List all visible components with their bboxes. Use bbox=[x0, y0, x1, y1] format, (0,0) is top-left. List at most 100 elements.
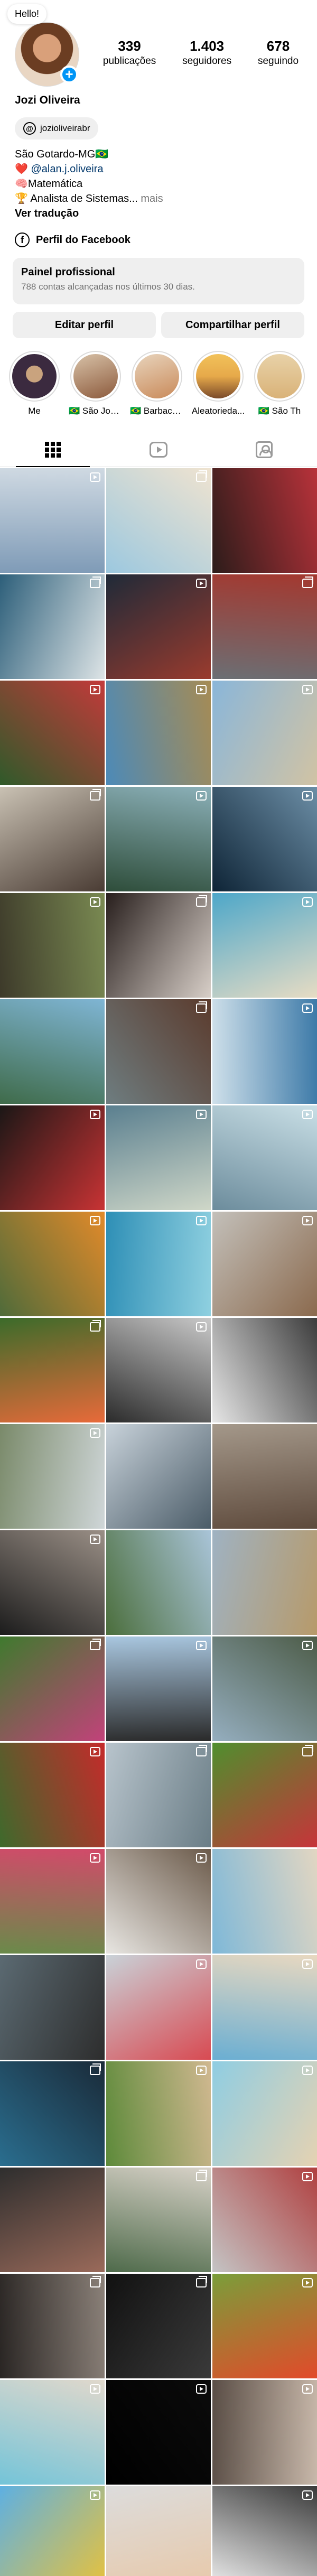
tab-tagged[interactable] bbox=[211, 432, 317, 467]
post-thumbnail[interactable] bbox=[106, 681, 211, 785]
profile-stats: 339 publicações 1.403 seguidores 678 seg… bbox=[90, 38, 312, 67]
facebook-profile-link[interactable]: f Perfil do Facebook bbox=[15, 233, 130, 247]
post-thumbnail[interactable] bbox=[212, 2061, 317, 2166]
post-thumbnail[interactable] bbox=[0, 1530, 105, 1635]
post-thumbnail[interactable] bbox=[106, 893, 211, 998]
post-thumbnail[interactable] bbox=[0, 1849, 105, 1954]
avatar-container[interactable]: + bbox=[15, 22, 79, 87]
post-thumbnail[interactable] bbox=[106, 787, 211, 891]
post-thumbnail[interactable] bbox=[212, 2380, 317, 2485]
add-story-icon[interactable]: + bbox=[60, 66, 78, 83]
post-thumbnail[interactable] bbox=[0, 1105, 105, 1210]
post-thumbnail[interactable] bbox=[212, 1955, 317, 2060]
post-thumbnail[interactable] bbox=[106, 2486, 211, 2576]
post-thumbnail[interactable] bbox=[106, 2168, 211, 2272]
carousel-icon bbox=[90, 789, 101, 801]
profile-page: + Hello! 339 publicações 1.403 seguidore… bbox=[0, 0, 317, 2576]
stat-following[interactable]: 678 seguindo bbox=[258, 38, 299, 67]
note-bubble[interactable]: Hello! bbox=[7, 4, 47, 24]
profile-actions: Editar perfil Compartilhar perfil bbox=[13, 312, 304, 338]
bio-partner-link[interactable]: @alan.j.oliveira bbox=[31, 163, 103, 175]
highlight-item[interactable]: 🇧🇷 Barbace... bbox=[130, 351, 184, 425]
carousel-icon bbox=[196, 2276, 207, 2287]
reel-icon bbox=[302, 1003, 313, 1013]
reel-icon bbox=[196, 2384, 207, 2394]
post-thumbnail[interactable] bbox=[0, 1318, 105, 1422]
highlight-item[interactable]: Me bbox=[7, 351, 61, 425]
post-thumbnail[interactable] bbox=[0, 468, 105, 573]
post-thumbnail[interactable] bbox=[106, 574, 211, 679]
share-profile-button[interactable]: Compartilhar perfil bbox=[161, 312, 304, 338]
professional-dashboard[interactable]: Painel profissional 788 contas alcançada… bbox=[13, 258, 304, 304]
reel-icon bbox=[196, 1110, 207, 1119]
post-thumbnail[interactable] bbox=[106, 1743, 211, 1847]
post-thumbnail[interactable] bbox=[212, 787, 317, 891]
stat-followers[interactable]: 1.403 seguidores bbox=[182, 38, 231, 67]
profile-name: Jozi Oliveira bbox=[15, 94, 80, 106]
post-thumbnail[interactable] bbox=[212, 1212, 317, 1316]
tab-posts[interactable] bbox=[0, 432, 106, 467]
post-thumbnail[interactable] bbox=[212, 1849, 317, 1954]
post-thumbnail[interactable] bbox=[212, 2486, 317, 2576]
post-thumbnail[interactable] bbox=[212, 999, 317, 1104]
post-thumbnail[interactable] bbox=[106, 1530, 211, 1635]
post-thumbnail[interactable] bbox=[0, 1212, 105, 1316]
post-thumbnail[interactable] bbox=[0, 2274, 105, 2378]
post-thumbnail[interactable] bbox=[212, 574, 317, 679]
highlight-item[interactable]: Aleatorieda... bbox=[191, 351, 245, 425]
post-thumbnail[interactable] bbox=[106, 2061, 211, 2166]
post-thumbnail[interactable] bbox=[0, 1955, 105, 2060]
post-thumbnail[interactable] bbox=[106, 2380, 211, 2485]
reel-icon bbox=[196, 1216, 207, 1225]
bio-heart: ❤️ bbox=[15, 163, 31, 175]
post-thumbnail[interactable] bbox=[106, 999, 211, 1104]
post-thumbnail[interactable] bbox=[212, 1105, 317, 1210]
edit-profile-button[interactable]: Editar perfil bbox=[13, 312, 156, 338]
post-thumbnail[interactable] bbox=[106, 468, 211, 573]
highlight-item[interactable]: 🇧🇷 São Joã... bbox=[69, 351, 123, 425]
post-thumbnail[interactable] bbox=[0, 1424, 105, 1529]
post-thumbnail[interactable] bbox=[0, 2061, 105, 2166]
post-thumbnail[interactable] bbox=[106, 1636, 211, 1741]
post-thumbnail[interactable] bbox=[0, 2486, 105, 2576]
post-thumbnail[interactable] bbox=[0, 2380, 105, 2485]
post-thumbnail[interactable] bbox=[0, 1743, 105, 1847]
see-translation-link[interactable]: Ver tradução bbox=[15, 206, 163, 221]
stat-posts-count: 339 bbox=[118, 38, 141, 54]
post-thumbnail[interactable] bbox=[212, 893, 317, 998]
post-thumbnail[interactable] bbox=[106, 1105, 211, 1210]
post-thumbnail[interactable] bbox=[212, 1743, 317, 1847]
stat-posts[interactable]: 339 publicações bbox=[103, 38, 156, 67]
post-thumbnail[interactable] bbox=[106, 2274, 211, 2378]
post-thumbnail[interactable] bbox=[0, 999, 105, 1104]
reel-icon bbox=[90, 897, 100, 907]
post-thumbnail[interactable] bbox=[212, 1424, 317, 1529]
post-thumbnail[interactable] bbox=[212, 681, 317, 785]
post-thumbnail[interactable] bbox=[212, 468, 317, 573]
reel-icon bbox=[90, 1535, 100, 1544]
post-thumbnail[interactable] bbox=[212, 1636, 317, 1741]
post-thumbnail[interactable] bbox=[0, 1636, 105, 1741]
stat-posts-label: publicações bbox=[102, 55, 156, 67]
post-thumbnail[interactable] bbox=[212, 2168, 317, 2272]
post-thumbnail[interactable] bbox=[106, 1424, 211, 1529]
post-thumbnail[interactable] bbox=[212, 2274, 317, 2378]
reel-icon bbox=[196, 1641, 207, 1650]
post-thumbnail[interactable] bbox=[0, 574, 105, 679]
post-thumbnail[interactable] bbox=[0, 893, 105, 998]
post-thumbnail[interactable] bbox=[212, 1318, 317, 1422]
post-thumbnail[interactable] bbox=[106, 1318, 211, 1422]
post-thumbnail[interactable] bbox=[212, 1530, 317, 1635]
post-thumbnail[interactable] bbox=[0, 787, 105, 891]
post-thumbnail[interactable] bbox=[106, 1849, 211, 1954]
highlight-item[interactable]: 🇧🇷 São Th bbox=[253, 351, 306, 425]
threads-badge[interactable]: @ jozioliveirabr bbox=[15, 117, 99, 140]
post-thumbnail[interactable] bbox=[0, 2168, 105, 2272]
post-thumbnail[interactable] bbox=[106, 1955, 211, 2060]
tab-reels[interactable] bbox=[106, 432, 211, 467]
reel-icon bbox=[302, 1216, 313, 1225]
post-thumbnail[interactable] bbox=[0, 681, 105, 785]
reel-icon bbox=[302, 2172, 313, 2181]
post-thumbnail[interactable] bbox=[106, 1212, 211, 1316]
bio-more-link[interactable]: mais bbox=[138, 193, 163, 204]
